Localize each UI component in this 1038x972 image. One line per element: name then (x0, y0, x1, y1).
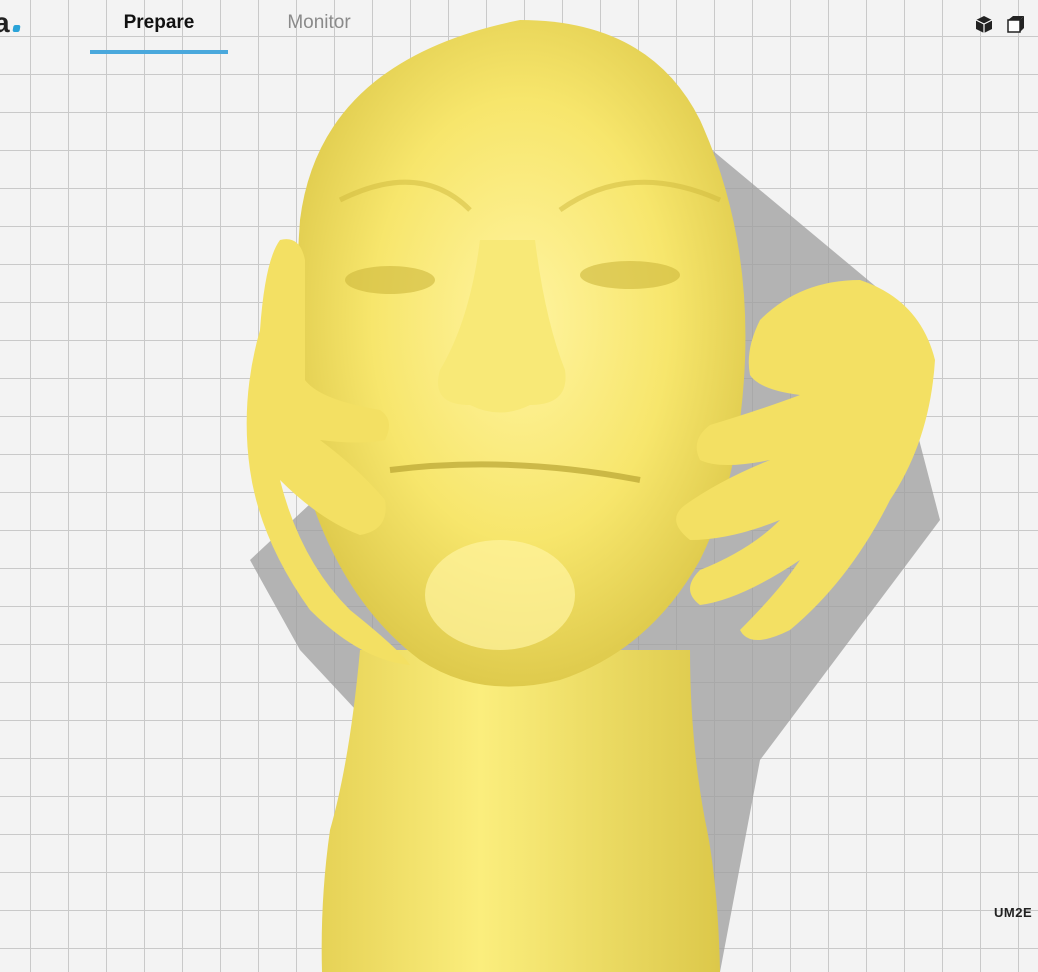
printer-name-label: UM2E (994, 905, 1033, 920)
model-chin (425, 540, 575, 650)
view-mode-buttons (974, 14, 1026, 34)
3d-view-icon[interactable] (974, 14, 994, 34)
3d-model[interactable] (0, 0, 1038, 972)
tab-monitor[interactable]: Monitor (250, 12, 388, 54)
model-neck (321, 650, 720, 972)
front-view-icon[interactable] (1006, 14, 1026, 34)
model-right-eye (580, 261, 680, 289)
tab-monitor-label: Monitor (287, 12, 351, 33)
build-plate-viewport[interactable] (0, 0, 1038, 972)
top-toolbar: a Prepare Monitor (0, 0, 1038, 54)
logo-letter: a (0, 7, 10, 38)
tab-prepare-label: Prepare (123, 12, 195, 33)
logo-dot (11, 25, 21, 32)
app-logo: a (0, 7, 21, 38)
model-left-eye (345, 266, 435, 294)
tab-prepare[interactable]: Prepare (90, 12, 228, 54)
